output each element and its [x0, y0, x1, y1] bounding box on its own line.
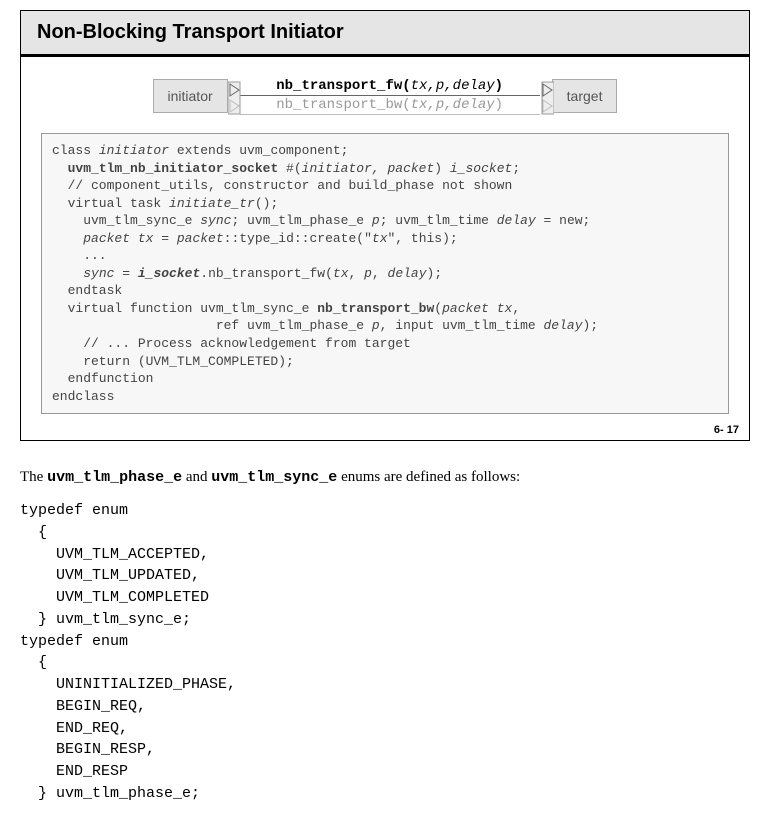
initiator-box: initiator — [153, 79, 228, 113]
target-box: target — [552, 79, 618, 113]
fw-call-label: nb_transport_fw(tx,p,delay) — [240, 77, 540, 96]
initiator-port-icon — [228, 80, 240, 112]
slide-title: Non-Blocking Transport Initiator — [21, 11, 749, 57]
slide-body: initiator nb_transport_fw(tx,p,delay) nb… — [21, 57, 749, 422]
enum-intro-text: The uvm_tlm_phase_e and uvm_tlm_sync_e e… — [20, 469, 750, 486]
code-listing: class initiator extends uvm_component; u… — [41, 133, 729, 414]
enum-definitions: typedef enum { UVM_TLM_ACCEPTED, UVM_TLM… — [20, 500, 750, 805]
page-number: 6- 17 — [21, 422, 749, 440]
call-labels: nb_transport_fw(tx,p,delay) nb_transport… — [240, 77, 540, 115]
target-port-icon — [540, 80, 552, 112]
transport-diagram: initiator nb_transport_fw(tx,p,delay) nb… — [41, 77, 729, 115]
bw-call-label: nb_transport_bw(tx,p,delay) — [240, 96, 540, 114]
slide-frame: Non-Blocking Transport Initiator initiat… — [20, 10, 750, 441]
